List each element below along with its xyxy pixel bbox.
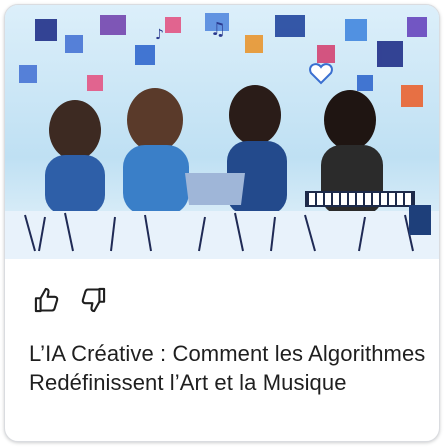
illustration-image: ♫ ♪	[5, 5, 439, 259]
article-title[interactable]: L’IA Créative : Comment les Algorithmes …	[29, 339, 429, 397]
svg-text:♫: ♫	[210, 19, 226, 40]
svg-text:♪: ♪	[155, 27, 164, 43]
thumbs-down-icon[interactable]	[75, 282, 111, 318]
thumbs-up-icon[interactable]	[29, 282, 65, 318]
feedback-actions	[29, 280, 111, 320]
article-illustration[interactable]: ♫ ♪	[5, 5, 439, 259]
article-card[interactable]: ♫ ♪ L’IA Créative: Comment les Algorith…	[4, 4, 440, 442]
